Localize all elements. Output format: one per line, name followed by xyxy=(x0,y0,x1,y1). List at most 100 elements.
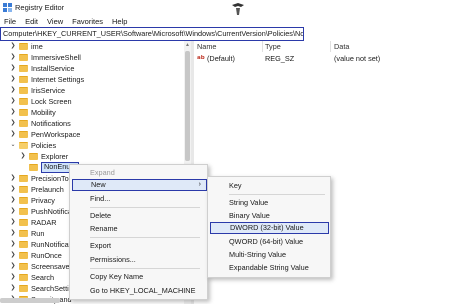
tree-item-label: Prelaunch xyxy=(31,185,64,194)
column-divider[interactable] xyxy=(330,41,331,52)
menu-item-permissions[interactable]: Permissions... xyxy=(70,254,207,266)
chevron-right-icon[interactable]: ❯ xyxy=(10,272,16,283)
submenu-item-key[interactable]: Key xyxy=(208,180,330,192)
chevron-right-icon[interactable]: ❯ xyxy=(10,52,16,63)
tree-item-label: Lock Screen xyxy=(31,97,72,106)
new-submenu: Key String Value Binary Value DWORD (32-… xyxy=(207,176,331,278)
menu-item-copy-key-name[interactable]: Copy Key Name xyxy=(70,271,207,283)
menu-view[interactable]: View xyxy=(47,17,63,26)
chevron-right-icon[interactable]: ❯ xyxy=(10,217,16,228)
chevron-right-icon[interactable]: ❯ xyxy=(10,118,16,129)
folder-icon xyxy=(19,230,28,237)
tree-item[interactable]: ❯ Mobility xyxy=(10,107,55,118)
column-divider[interactable] xyxy=(262,41,263,52)
tree-item-label: Run xyxy=(31,229,45,238)
chevron-right-icon[interactable]: ❯ xyxy=(10,184,16,195)
chevron-right-icon[interactable]: ❯ xyxy=(10,195,16,206)
folder-icon xyxy=(19,76,28,83)
menu-item-delete[interactable]: Delete xyxy=(70,210,207,222)
value-row[interactable]: ab (Default) xyxy=(197,54,235,63)
folder-icon xyxy=(19,186,28,193)
menu-help[interactable]: Help xyxy=(112,17,127,26)
chevron-right-icon[interactable]: ❯ xyxy=(10,228,16,239)
address-bar[interactable]: Computer\HKEY_CURRENT_USER\Software\Micr… xyxy=(0,27,304,41)
scroll-thumb[interactable] xyxy=(185,51,190,161)
window-title: Registry Editor xyxy=(15,3,65,12)
tree-item-label: Search xyxy=(31,273,55,282)
tree-item[interactable]: ❯ IrisService xyxy=(10,85,65,96)
folder-icon xyxy=(19,241,28,248)
chevron-right-icon[interactable]: ❯ xyxy=(10,173,16,184)
menu-edit[interactable]: Edit xyxy=(25,17,38,26)
folder-icon xyxy=(19,197,28,204)
submenu-item-dword-value[interactable]: DWORD (32-bit) Value xyxy=(210,222,329,234)
chevron-right-icon[interactable]: ❯ xyxy=(10,283,16,294)
folder-icon xyxy=(29,153,38,160)
tree-item[interactable]: ❯ RADAR xyxy=(10,217,57,228)
tree-item[interactable]: ❯ Run xyxy=(10,228,44,239)
submenu-item-string-value[interactable]: String Value xyxy=(208,197,330,209)
menu-item-rename[interactable]: Rename xyxy=(70,223,207,235)
chevron-right-icon[interactable]: ❯ xyxy=(10,129,16,140)
tree-item[interactable]: ❯ ime xyxy=(10,41,43,52)
tree-item-policies[interactable]: ⌄ Policies xyxy=(10,140,56,151)
chevron-right-icon[interactable]: ❯ xyxy=(10,41,16,52)
tree-item[interactable]: ❯ Prelaunch xyxy=(10,184,64,195)
tree-item[interactable]: ❯ Internet Settings xyxy=(10,74,84,85)
tree-item[interactable]: ❯ InstallService xyxy=(10,63,74,74)
chevron-right-icon[interactable]: ❯ xyxy=(10,250,16,261)
folder-icon xyxy=(19,285,28,292)
submenu-item-expandable-string-value[interactable]: Expandable String Value xyxy=(208,262,330,274)
tree-item[interactable]: ❯ Privacy xyxy=(10,195,54,206)
tree-item[interactable]: ❯ Search xyxy=(10,272,54,283)
menu-item-goto-hklm[interactable]: Go to HKEY_LOCAL_MACHINE xyxy=(70,285,207,297)
tree-item-label: Explorer xyxy=(41,152,69,161)
menu-item-expand[interactable]: Expand xyxy=(70,167,207,179)
tree-item[interactable]: ❯ Explorer xyxy=(20,151,68,162)
tree-item[interactable]: ❯ Lock Screen xyxy=(10,96,72,107)
menu-item-new[interactable]: New › xyxy=(72,179,207,191)
chevron-down-icon[interactable]: ⌄ xyxy=(10,140,16,151)
folder-icon xyxy=(19,87,28,94)
tree-item[interactable]: ❯ RunOnce xyxy=(10,250,62,261)
chevron-right-icon[interactable]: ❯ xyxy=(10,96,16,107)
chevron-right-icon[interactable]: ❯ xyxy=(10,206,16,217)
tree-item[interactable]: ❯ Screensavers xyxy=(10,261,75,272)
column-header-name[interactable]: Name xyxy=(197,42,216,51)
tree-item-label: ime xyxy=(31,42,43,51)
tree-item[interactable]: ❯ ImmersiveShell xyxy=(10,52,80,63)
folder-icon xyxy=(19,98,28,105)
submenu-item-binary-value[interactable]: Binary Value xyxy=(208,210,330,222)
menu-file[interactable]: File xyxy=(4,17,16,26)
value-name: (Default) xyxy=(207,54,235,63)
column-header-type[interactable]: Type xyxy=(265,42,281,51)
submenu-item-qword-value[interactable]: QWORD (64-bit) Value xyxy=(208,236,330,248)
tree-item[interactable]: ❯ PrecisionTouc xyxy=(10,173,76,184)
menu-item-export[interactable]: Export xyxy=(70,240,207,252)
folder-icon xyxy=(19,131,28,138)
chevron-right-icon[interactable]: ❯ xyxy=(10,261,16,272)
context-menu: Expand New › Find... Delete Rename Expor… xyxy=(69,164,208,300)
tree-item[interactable]: ❯ Notifications xyxy=(10,118,70,129)
menu-item-find[interactable]: Find... xyxy=(70,193,207,205)
tree-item[interactable]: ❯ RunNotificatio xyxy=(10,239,76,250)
folder-icon xyxy=(19,54,28,61)
chevron-right-icon[interactable]: ❯ xyxy=(10,239,16,250)
folder-icon xyxy=(29,164,38,171)
scroll-up-icon[interactable]: ▲ xyxy=(184,42,191,48)
column-header-data[interactable]: Data xyxy=(334,42,349,51)
chevron-right-icon[interactable]: ❯ xyxy=(10,74,16,85)
chevron-right-icon[interactable]: ❯ xyxy=(10,107,16,118)
submenu-item-multi-string-value[interactable]: Multi-String Value xyxy=(208,249,330,261)
tree-item[interactable]: ❯ PenWorkspace xyxy=(10,129,80,140)
menu-favorites[interactable]: Favorites xyxy=(72,17,103,26)
tree-item-label: RunOnce xyxy=(31,251,62,260)
folder-icon xyxy=(19,274,28,281)
tree-item-label: Internet Settings xyxy=(31,75,85,84)
chevron-right-icon[interactable]: ❯ xyxy=(10,85,16,96)
tree-item[interactable]: ❯ PushNotificati xyxy=(10,206,75,217)
chevron-right-icon[interactable]: ❯ xyxy=(10,63,16,74)
horizontal-scrollbar[interactable] xyxy=(0,298,60,303)
chevron-right-icon[interactable]: ❯ xyxy=(20,151,26,162)
tree-item-label: RADAR xyxy=(31,218,57,227)
